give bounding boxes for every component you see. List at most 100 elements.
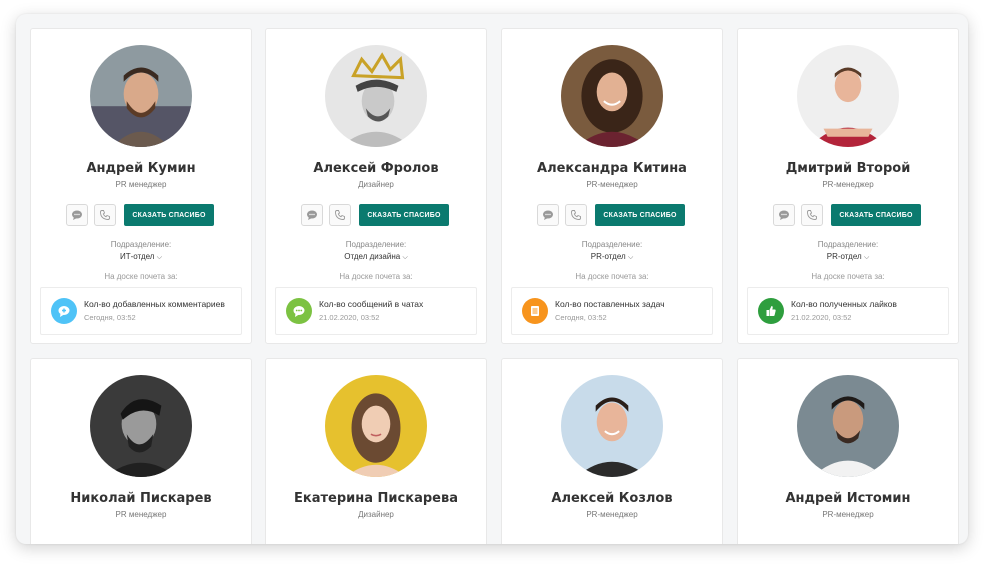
chat-button[interactable] — [301, 204, 323, 226]
employee-card: Андрей Истомин PR-менеджер — [737, 358, 959, 544]
phone-icon — [807, 210, 817, 220]
avatar[interactable] — [797, 45, 899, 147]
award-box: Кол-во сообщений в чатах 21.02.2020, 03:… — [275, 287, 477, 335]
chevron-down-icon: ⌵ — [156, 254, 163, 261]
employee-card: Александра Китина PR-менеджер Сказать сп… — [501, 28, 723, 344]
call-button[interactable] — [94, 204, 116, 226]
award-date: 21.02.2020, 03:52 — [791, 313, 852, 322]
avatar-photo — [797, 45, 899, 147]
avatar[interactable] — [325, 45, 427, 147]
award-date: 21.02.2020, 03:52 — [319, 313, 380, 322]
department-label: Подразделение: — [817, 240, 879, 249]
chat-button[interactable] — [773, 204, 795, 226]
avatar-photo — [90, 45, 192, 147]
avatar-photo — [325, 375, 427, 477]
department-dropdown[interactable]: PR-отдел ⌵ — [738, 252, 958, 262]
employee-grid: Андрей Кумин PR менеджер Сказать спасибо… — [30, 28, 968, 544]
award-date: Сегодня, 03:52 — [555, 313, 607, 322]
honor-board-label: На доске почета за: — [339, 272, 413, 281]
employee-name: Андрей Истомин — [785, 491, 911, 506]
message-dots-icon — [286, 298, 312, 324]
chat-button[interactable] — [66, 204, 88, 226]
card-actions: Сказать спасибо — [66, 204, 214, 226]
app-frame: Андрей Кумин PR менеджер Сказать спасибо… — [16, 14, 968, 544]
department-value: PR-отдел — [826, 252, 862, 261]
department-dropdown[interactable]: ИТ-отдел ⌵ — [31, 252, 251, 262]
thumbs-up-icon — [758, 298, 784, 324]
employee-name: Андрей Кумин — [86, 161, 196, 176]
chevron-down-icon: ⌵ — [627, 254, 634, 261]
honor-board-label: На доске почета за: — [104, 272, 178, 281]
employee-card: Дмитрий Второй PR-менеджер Сказать спаси… — [737, 28, 959, 344]
employee-role: PR-менеджер — [586, 180, 638, 189]
employee-role: PR-менеджер — [822, 510, 874, 519]
avatar[interactable] — [90, 45, 192, 147]
avatar-photo — [561, 375, 663, 477]
avatar-photo — [90, 375, 192, 477]
award-title: Кол-во поставленных задач — [555, 299, 665, 309]
avatar[interactable] — [90, 375, 192, 477]
chat-icon — [543, 210, 553, 220]
avatar-photo — [561, 45, 663, 147]
avatar[interactable] — [561, 375, 663, 477]
say-thanks-button[interactable]: Сказать спасибо — [359, 204, 449, 226]
chevron-down-icon: ⌵ — [863, 254, 870, 261]
honor-board-label: На доске почета за: — [811, 272, 885, 281]
avatar-photo — [797, 375, 899, 477]
department-value: ИТ-отдел — [119, 252, 155, 261]
call-button[interactable] — [565, 204, 587, 226]
award-box: Кол-во добавленных комментариев Сегодня,… — [40, 287, 242, 335]
department-dropdown[interactable]: Отдел дизайна ⌵ — [266, 252, 486, 262]
employee-role: PR-менеджер — [822, 180, 874, 189]
employee-role: Дизайнер — [358, 180, 394, 189]
department-label: Подразделение: — [110, 240, 172, 249]
chat-icon — [779, 210, 789, 220]
employee-card: Екатерина Пискарева Дизайнер — [265, 358, 487, 544]
employee-card: Алексей Фролов Дизайнер Сказать спасибо … — [265, 28, 487, 344]
employee-name: Дмитрий Второй — [785, 161, 911, 176]
chat-button[interactable] — [537, 204, 559, 226]
employee-role: PR-менеджер — [586, 510, 638, 519]
card-actions: Сказать спасибо — [773, 204, 921, 226]
tasks-icon — [522, 298, 548, 324]
award-box: Кол-во полученных лайков 21.02.2020, 03:… — [747, 287, 949, 335]
avatar[interactable] — [797, 375, 899, 477]
award-date: Сегодня, 03:52 — [84, 313, 136, 322]
department-dropdown[interactable]: PR-отдел ⌵ — [502, 252, 722, 262]
avatar[interactable] — [325, 375, 427, 477]
award-title: Кол-во полученных лайков — [791, 299, 897, 309]
card-actions: Сказать спасибо — [301, 204, 449, 226]
employee-role: PR менеджер — [115, 510, 167, 519]
employee-name: Александра Китина — [537, 161, 687, 176]
phone-icon — [335, 210, 345, 220]
department-value: PR-отдел — [590, 252, 626, 261]
chat-icon — [72, 210, 82, 220]
employee-card: Николай Пискарев PR менеджер — [30, 358, 252, 544]
department-value: Отдел дизайна — [344, 252, 401, 261]
award-title: Кол-во добавленных комментариев — [84, 299, 225, 309]
department-label: Подразделение: — [581, 240, 643, 249]
employee-role: PR менеджер — [115, 180, 167, 189]
award-box: Кол-во поставленных задач Сегодня, 03:52 — [511, 287, 713, 335]
card-actions: Сказать спасибо — [537, 204, 685, 226]
employee-name: Екатерина Пискарева — [294, 491, 458, 506]
avatar-photo — [325, 45, 427, 147]
employee-card: Алексей Козлов PR-менеджер — [501, 358, 723, 544]
honor-board-label: На доске почета за: — [575, 272, 649, 281]
employee-name: Алексей Козлов — [551, 491, 673, 506]
chat-plus-icon — [51, 298, 77, 324]
chevron-down-icon: ⌵ — [402, 254, 408, 261]
say-thanks-button[interactable]: Сказать спасибо — [124, 204, 214, 226]
say-thanks-button[interactable]: Сказать спасибо — [831, 204, 921, 226]
call-button[interactable] — [801, 204, 823, 226]
say-thanks-button[interactable]: Сказать спасибо — [595, 204, 685, 226]
phone-icon — [100, 210, 110, 220]
chat-icon — [307, 210, 317, 220]
employee-card: Андрей Кумин PR менеджер Сказать спасибо… — [30, 28, 252, 344]
award-title: Кол-во сообщений в чатах — [319, 299, 424, 309]
phone-icon — [571, 210, 581, 220]
call-button[interactable] — [329, 204, 351, 226]
avatar[interactable] — [561, 45, 663, 147]
employee-name: Алексей Фролов — [313, 161, 439, 176]
employee-role: Дизайнер — [358, 510, 394, 519]
